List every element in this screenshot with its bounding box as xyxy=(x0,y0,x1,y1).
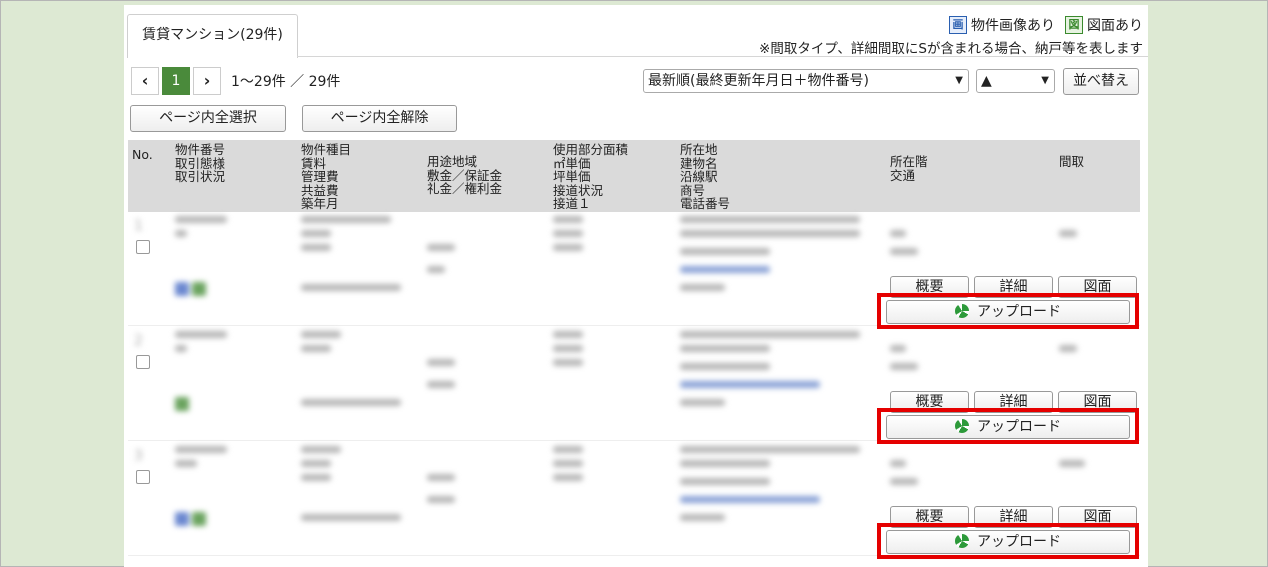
upload-label: アップロード xyxy=(977,534,1061,550)
page-1-button[interactable]: 1 xyxy=(162,67,190,95)
table-header: No. 物件番号 取引態様 取引状況 物件種目 賃料 管理費 共益費 築年月 用… xyxy=(128,140,1140,212)
sort-direction-value: ▲ xyxy=(981,73,992,89)
property-image-icon: 画 xyxy=(949,16,967,34)
upload-highlight: アップロード xyxy=(877,293,1139,329)
floor-plan-icon: 図 xyxy=(1065,16,1083,34)
chevron-down-icon: ▼ xyxy=(955,75,963,86)
sort-direction-select[interactable]: ▲ ▼ xyxy=(976,69,1055,93)
results-panel: 賃貸マンション(29件) 画 物件画像あり 図 図面あり ※間取タイプ、詳細間取… xyxy=(124,5,1148,567)
header-property-number: 物件番号 取引態様 取引状況 xyxy=(175,142,226,184)
next-page-button[interactable]: › xyxy=(193,67,221,95)
header-zoning: 用途地域 敷金／保証金 礼金／権利金 xyxy=(427,154,503,196)
row-checkbox[interactable] xyxy=(136,355,150,369)
prev-page-button[interactable]: ‹ xyxy=(131,67,159,95)
upload-button[interactable]: アップロード xyxy=(886,530,1130,554)
upload-label: アップロード xyxy=(977,419,1061,435)
header-no: No. xyxy=(132,147,153,162)
upload-button[interactable]: アップロード xyxy=(886,415,1130,439)
sort-order-select[interactable]: 最新順(最終更新年月日＋物件番号) ▼ xyxy=(643,69,969,93)
select-all-button[interactable]: ページ内全選択 xyxy=(130,105,286,132)
recycle-icon xyxy=(955,534,969,548)
upload-label: アップロード xyxy=(977,304,1061,320)
header-floor: 所在階 交通 xyxy=(890,154,928,183)
property-image-icon xyxy=(175,282,189,296)
legend-note: ※間取タイプ、詳細間取にSが含まれる場合、納戸等を表します xyxy=(759,41,1143,57)
floor-plan-icon xyxy=(175,397,189,411)
upload-highlight: アップロード xyxy=(877,523,1139,559)
recycle-icon xyxy=(955,419,969,433)
header-location: 所在地 建物名 沿線駅 商号 電話番号 xyxy=(680,142,731,211)
header-area: 使用部分面積 ㎡単価 坪単価 接道状況 接道１ xyxy=(553,142,629,211)
row-number: 2 xyxy=(134,333,143,349)
row-number: 3 xyxy=(134,448,143,464)
pagination: ‹ 1 › 1〜29件 ／ 29件 xyxy=(131,67,340,95)
legend-image-label: 物件画像あり xyxy=(971,18,1055,34)
upload-button[interactable]: アップロード xyxy=(886,300,1130,324)
floor-plan-icon xyxy=(192,512,206,526)
upload-highlight: アップロード xyxy=(877,408,1139,444)
tab-rental-mansion[interactable]: 賃貸マンション(29件) xyxy=(127,14,298,58)
result-count: 1〜29件 ／ 29件 xyxy=(231,74,341,90)
header-layout: 間取 xyxy=(1059,154,1085,169)
floor-plan-icon xyxy=(192,282,206,296)
row-checkbox[interactable] xyxy=(136,470,150,484)
property-image-icon xyxy=(175,512,189,526)
header-property-type: 物件種目 賃料 管理費 共益費 築年月 xyxy=(301,142,352,211)
deselect-all-button[interactable]: ページ内全解除 xyxy=(302,105,457,132)
legend-plan-label: 図面あり xyxy=(1087,18,1143,34)
legend: 画 物件画像あり 図 図面あり xyxy=(949,15,1143,35)
chevron-down-icon: ▼ xyxy=(1041,75,1049,86)
row-checkbox[interactable] xyxy=(136,240,150,254)
row-number: 1 xyxy=(134,218,143,234)
sort-order-value: 最新順(最終更新年月日＋物件番号) xyxy=(648,73,869,89)
sort-button[interactable]: 並べ替え xyxy=(1063,68,1139,95)
recycle-icon xyxy=(955,304,969,318)
